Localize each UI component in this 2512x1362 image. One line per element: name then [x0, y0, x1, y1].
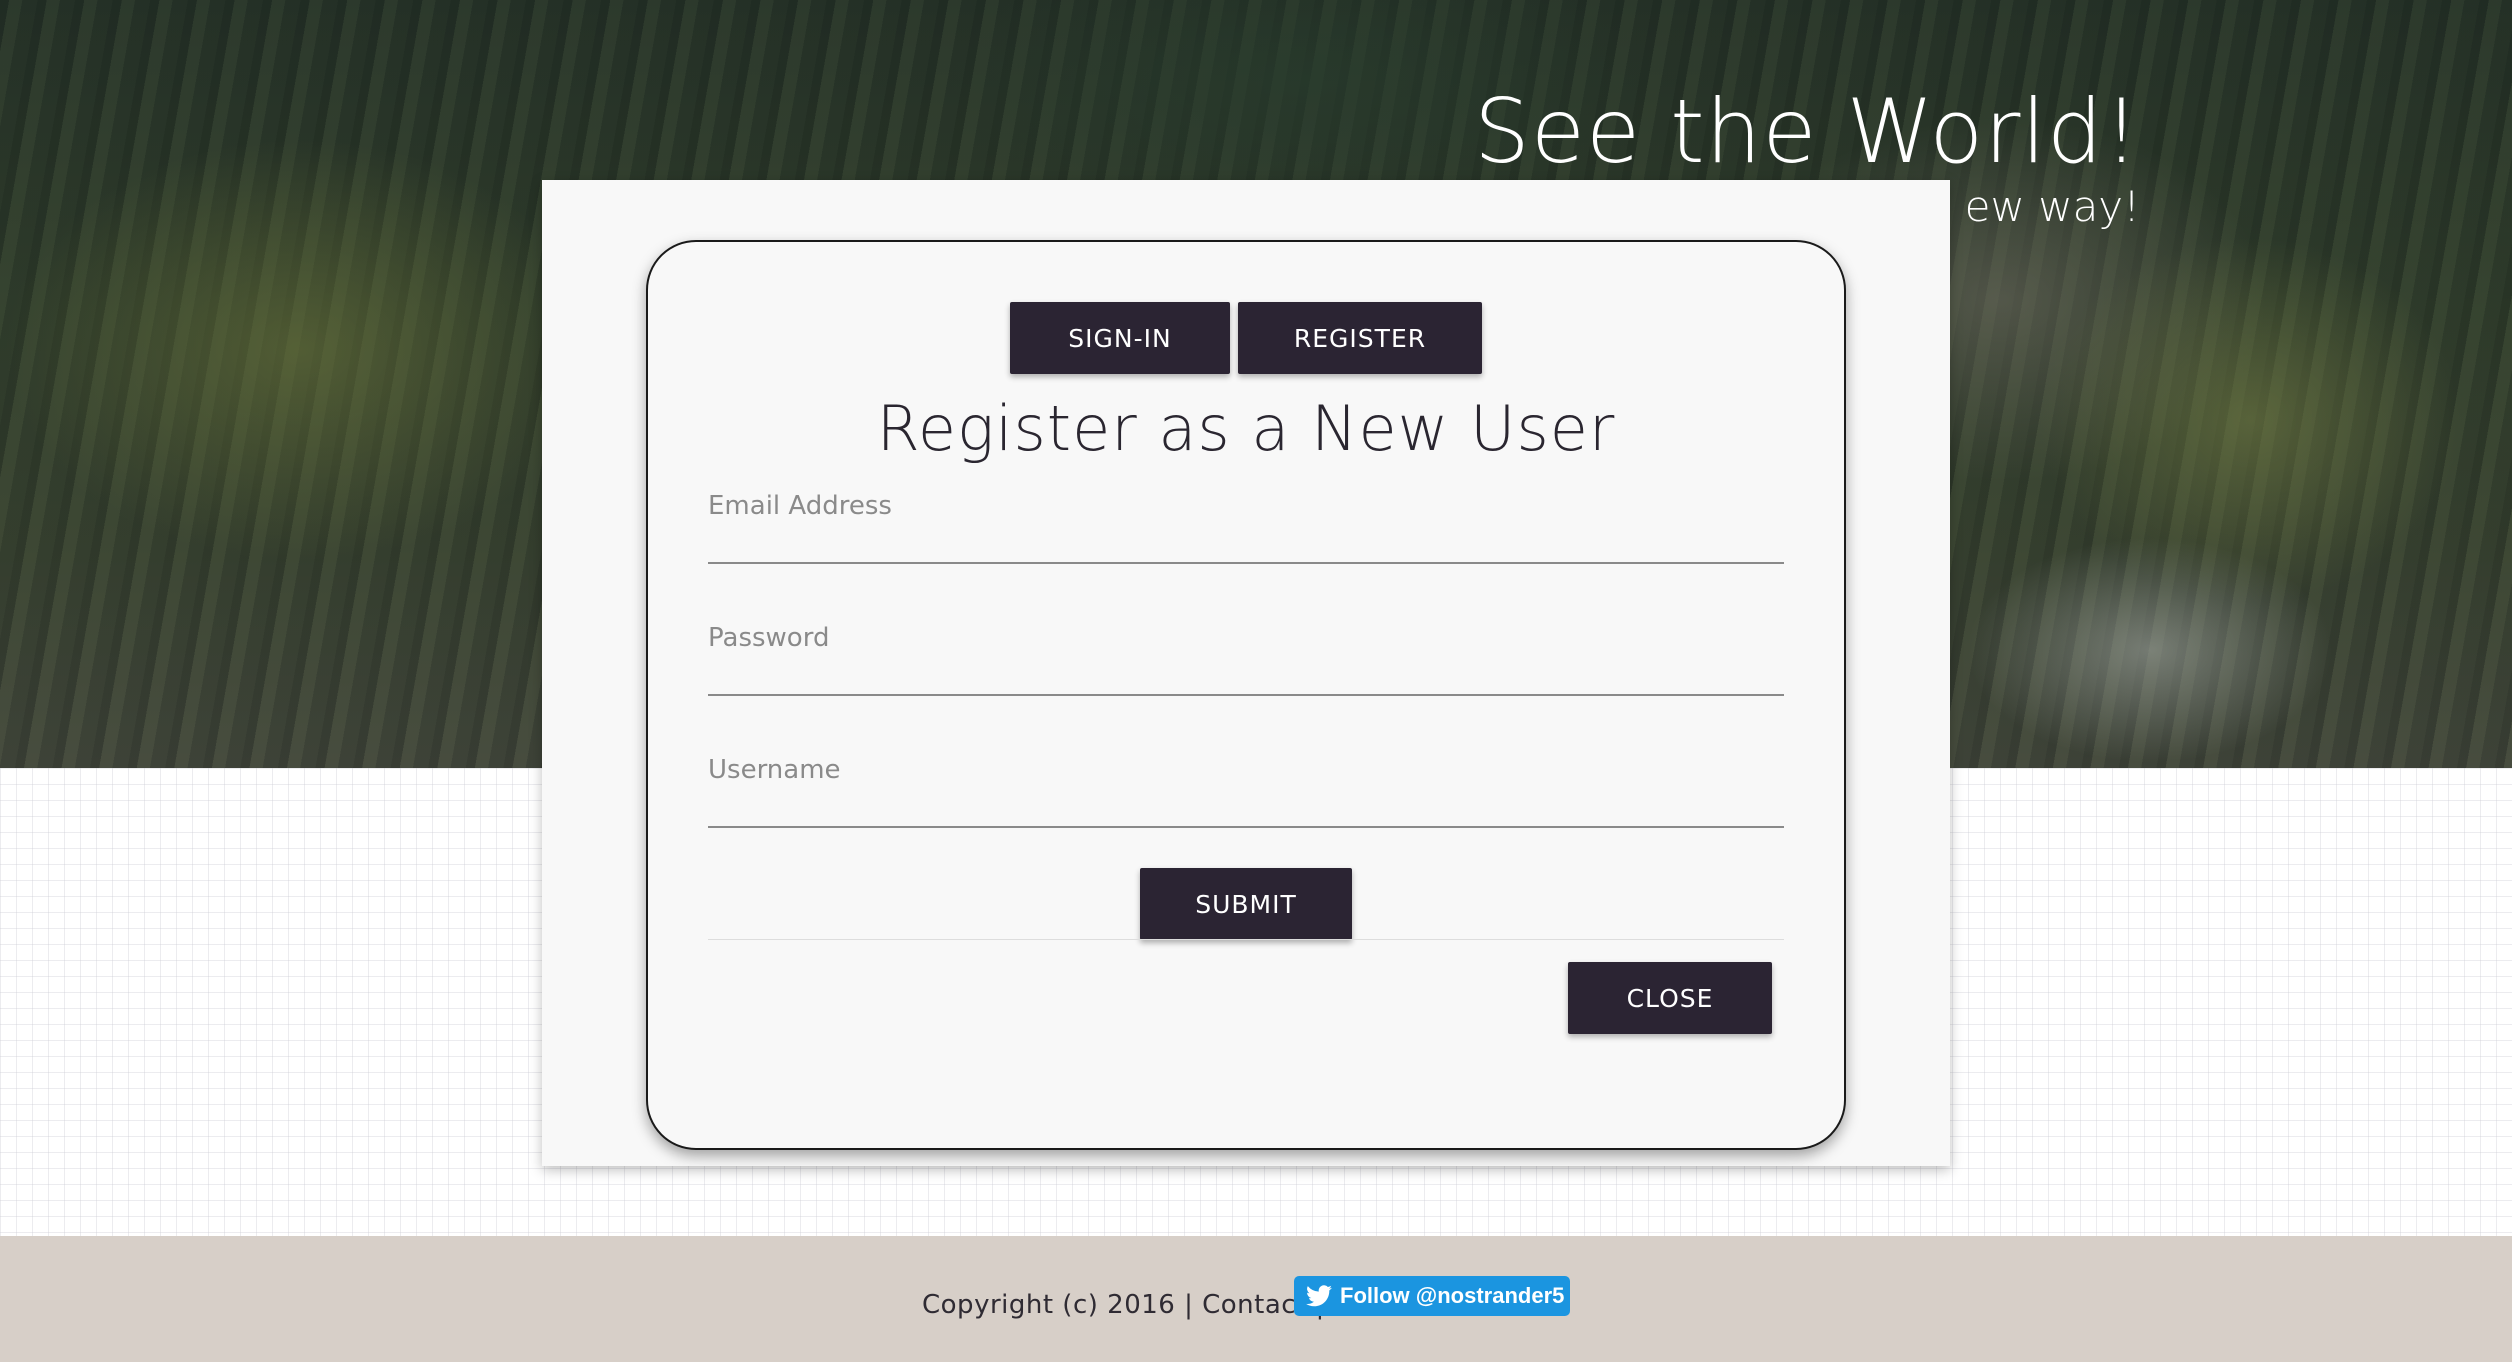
modal-divider [708, 939, 1784, 940]
username-field [708, 736, 1784, 828]
submit-button[interactable]: SUBMIT [1140, 868, 1352, 940]
email-input[interactable] [708, 472, 1784, 562]
footer-copyright: Copyright (c) 2016 | Contact | [922, 1290, 1325, 1320]
hero-subtitle: ew way! [1964, 182, 2140, 231]
twitter-follow-button[interactable]: Follow @nostrander5 [1294, 1276, 1570, 1316]
hero-title: See the World! [1474, 80, 2140, 183]
twitter-bird-icon [1306, 1285, 1340, 1307]
close-button[interactable]: CLOSE [1568, 962, 1772, 1034]
email-field [708, 472, 1784, 564]
modal-heading: Register as a New User [876, 392, 1616, 465]
twitter-follow-label: Follow @nostrander5 [1340, 1283, 1565, 1308]
password-input[interactable] [708, 604, 1784, 694]
username-input[interactable] [708, 736, 1784, 826]
password-field [708, 604, 1784, 696]
tab-register[interactable]: REGISTER [1238, 302, 1482, 374]
tab-sign-in[interactable]: SIGN-IN [1010, 302, 1230, 374]
